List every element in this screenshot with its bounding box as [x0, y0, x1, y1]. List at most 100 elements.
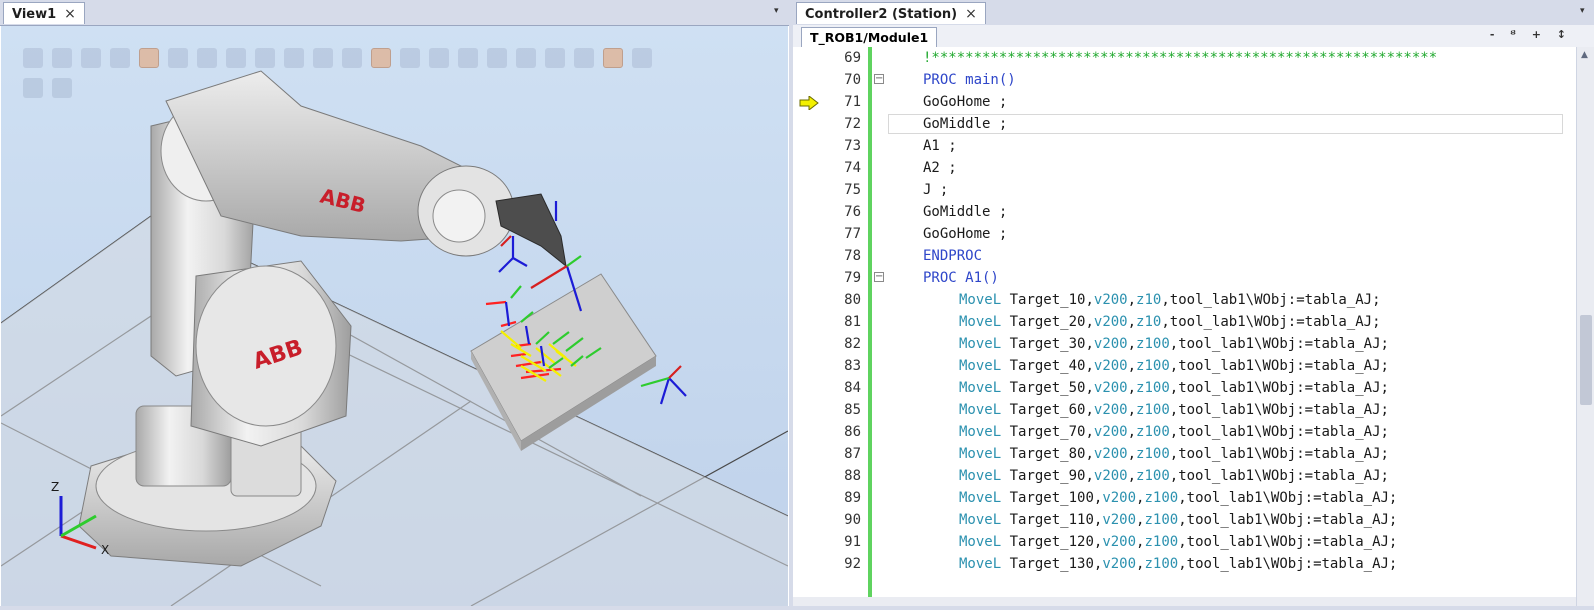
- tool-wobj: tool_lab1\WObj:=tabla_AJ;: [1178, 468, 1389, 484]
- snap-tool-icon[interactable]: [52, 48, 72, 68]
- scroll-up-icon[interactable]: ▲: [1581, 50, 1588, 60]
- speed-data: v200: [1093, 358, 1128, 374]
- 3d-viewport[interactable]: ABB ABB Z X: [0, 26, 789, 607]
- line-number: 73: [844, 138, 861, 154]
- code-line[interactable]: 78 ENDPROC: [793, 245, 1576, 267]
- code-line[interactable]: 87 MoveL Target_80,v200,z100,tool_lab1\WO…: [793, 443, 1576, 465]
- editor-view-tools[interactable]: - ᴽ + ↕: [1490, 28, 1572, 41]
- view-tabstrip: View1 × ▾: [0, 0, 789, 26]
- step-icon[interactable]: [52, 78, 72, 98]
- end-point-icon[interactable]: [574, 48, 594, 68]
- align-tool-icon[interactable]: [226, 48, 246, 68]
- center-tool-icon[interactable]: [342, 48, 362, 68]
- line-number: 85: [844, 402, 861, 418]
- close-icon[interactable]: ×: [64, 6, 76, 22]
- code-statement: PROC main(): [923, 72, 1016, 88]
- snap-grid-icon[interactable]: [371, 48, 391, 68]
- code-line[interactable]: 89 MoveL Target_100,v200,z100,tool_lab1\W…: [793, 487, 1576, 509]
- edge-point-icon[interactable]: [545, 48, 565, 68]
- editor-vertical-scrollbar[interactable]: ▲: [1576, 47, 1594, 606]
- select-tool-icon[interactable]: [23, 48, 43, 68]
- code-text: MoveL Target_110,v200,z100,tool_lab1\WOb…: [959, 509, 1397, 531]
- target-name: Target_10: [1009, 292, 1086, 308]
- fold-minus-icon[interactable]: −: [874, 272, 884, 282]
- code-statement: !***************************************…: [923, 50, 1438, 66]
- chevron-down-icon[interactable]: ▾: [1580, 6, 1585, 16]
- code-line[interactable]: 75 J ;: [793, 179, 1576, 201]
- move-instruction: MoveL: [959, 490, 1002, 506]
- code-line[interactable]: 74 A2 ;: [793, 157, 1576, 179]
- separator: ,: [1169, 380, 1179, 396]
- point-tool-icon[interactable]: [313, 48, 333, 68]
- code-line[interactable]: 83 MoveL Target_40,v200,z100,tool_lab1\WO…: [793, 355, 1576, 377]
- code-line[interactable]: 79 − PROC A1(): [793, 267, 1576, 289]
- tool-wobj: tool_lab1\WObj:=tabla_AJ;: [1186, 556, 1398, 572]
- code-line[interactable]: 91 MoveL Target_120,v200,z100,tool_lab1\W…: [793, 531, 1576, 553]
- curve-tool-icon[interactable]: [168, 48, 188, 68]
- code-text: MoveL Target_70,v200,z100,tool_lab1\WObj…: [959, 421, 1389, 443]
- separator: ,: [1127, 424, 1137, 440]
- separator: ,: [1178, 534, 1187, 550]
- object-tool-icon[interactable]: [139, 48, 159, 68]
- code-line[interactable]: 73 A1 ;: [793, 135, 1576, 157]
- editor-horizontal-scrollbar[interactable]: [793, 597, 1576, 606]
- tab-controller2[interactable]: Controller2 (Station) ×: [796, 2, 986, 24]
- measure-tool-icon[interactable]: [81, 48, 101, 68]
- code-text: MoveL Target_100,v200,z100,tool_lab1\WOb…: [959, 487, 1397, 509]
- code-line[interactable]: 80 MoveL Target_10,v200,z10,tool_lab1\WOb…: [793, 289, 1576, 311]
- tool-wobj: tool_lab1\WObj:=tabla_AJ;: [1186, 512, 1398, 528]
- code-line[interactable]: 85 MoveL Target_60,v200,z100,tool_lab1\WO…: [793, 399, 1576, 421]
- rapid-code-editor[interactable]: 69 !*************************************…: [793, 47, 1576, 597]
- stop-measure-icon[interactable]: [632, 48, 652, 68]
- min-distance-icon[interactable]: [487, 48, 507, 68]
- code-line[interactable]: 92 MoveL Target_130,v200,z100,tool_lab1\W…: [793, 553, 1576, 575]
- zone-data: z100: [1136, 358, 1170, 374]
- move-instruction: MoveL: [959, 468, 1002, 484]
- measure-distance-icon[interactable]: [603, 48, 623, 68]
- target-name: Target_60: [1009, 402, 1086, 418]
- close-icon[interactable]: ×: [965, 6, 977, 22]
- code-line[interactable]: 69 !*************************************…: [793, 47, 1576, 69]
- robot-scene[interactable]: ABB ABB Z X: [0, 26, 789, 607]
- tab-view1-label: View1: [12, 7, 57, 22]
- target-name: Target_100: [1009, 490, 1094, 506]
- code-line[interactable]: 76 GoMiddle ;: [793, 201, 1576, 223]
- frame-tool-icon[interactable]: [197, 48, 217, 68]
- play-icon[interactable]: [23, 78, 43, 98]
- angle-tool-icon[interactable]: [429, 48, 449, 68]
- line-tool-icon[interactable]: [284, 48, 304, 68]
- tab-t-rob1-module1[interactable]: T_ROB1/Module1: [801, 27, 938, 47]
- distance-tool-icon[interactable]: [458, 48, 478, 68]
- line-number: 90: [844, 512, 861, 528]
- code-statement: A1 ;: [923, 138, 957, 154]
- code-line[interactable]: 72 GoMiddle ;: [793, 113, 1576, 135]
- speed-data: v200: [1093, 402, 1128, 418]
- code-line[interactable]: 88 MoveL Target_90,v200,z100,tool_lab1\WO…: [793, 465, 1576, 487]
- tool-wobj: tool_lab1\WObj:=tabla_AJ;: [1169, 292, 1381, 308]
- target-name: Target_80: [1009, 446, 1086, 462]
- edge-tool-icon[interactable]: [255, 48, 275, 68]
- code-statement: GoMiddle ;: [923, 204, 1008, 220]
- code-line[interactable]: 84 MoveL Target_50,v200,z100,tool_lab1\WO…: [793, 377, 1576, 399]
- center-point-icon[interactable]: [516, 48, 536, 68]
- code-line[interactable]: 90 MoveL Target_110,v200,z100,tool_lab1\W…: [793, 509, 1576, 531]
- code-line[interactable]: 86 MoveL Target_70,v200,z100,tool_lab1\WO…: [793, 421, 1576, 443]
- code-line[interactable]: 70 − PROC main(): [793, 69, 1576, 91]
- code-line[interactable]: 71 GoGoHome ;: [793, 91, 1576, 113]
- tab-view1[interactable]: View1 ×: [3, 2, 85, 24]
- fold-minus-icon[interactable]: −: [874, 74, 884, 84]
- line-number: 82: [844, 336, 861, 352]
- separator: ,: [1127, 358, 1137, 374]
- scrollbar-thumb[interactable]: [1580, 315, 1592, 405]
- code-line[interactable]: 81 MoveL Target_20,v200,z10,tool_lab1\WOb…: [793, 311, 1576, 333]
- zone-data: z100: [1136, 424, 1170, 440]
- code-statement: GoMiddle ;: [923, 116, 1008, 132]
- document-tabstrip: T_ROB1/Module1 - ᴽ + ↕: [793, 25, 1594, 48]
- circle-tool-icon[interactable]: [400, 48, 420, 68]
- line-number: 69: [844, 50, 861, 66]
- chevron-down-icon[interactable]: ▾: [774, 6, 779, 16]
- code-line[interactable]: 82 MoveL Target_30,v200,z100,tool_lab1\WO…: [793, 333, 1576, 355]
- code-line[interactable]: 77 GoGoHome ;: [793, 223, 1576, 245]
- record-tool-icon[interactable]: [110, 48, 130, 68]
